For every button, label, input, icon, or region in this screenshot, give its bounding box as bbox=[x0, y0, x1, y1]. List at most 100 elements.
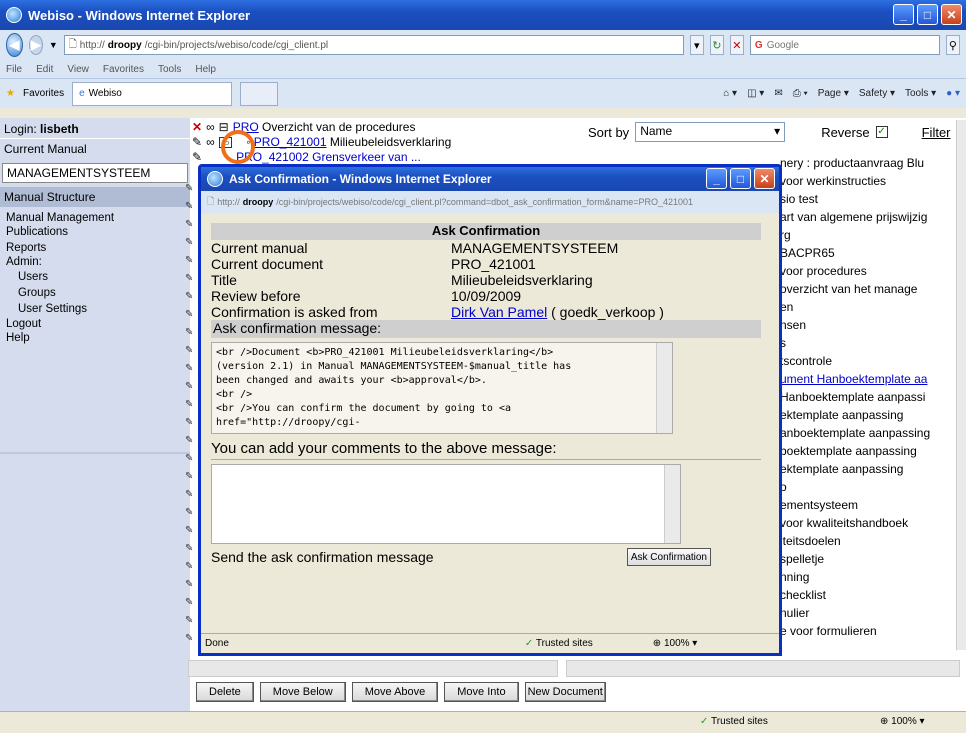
url-field[interactable]: 🗋 http://droopy/cgi-bin/projects/webiso/… bbox=[63, 35, 684, 55]
sort-select[interactable]: Name ▾ bbox=[635, 122, 786, 142]
history-dropdown-icon[interactable]: ▼ bbox=[49, 40, 58, 50]
list-item[interactable]: voor kwaliteitshandboek bbox=[780, 514, 960, 532]
list-item[interactable]: tscontrole bbox=[780, 352, 960, 370]
comments-scrollbar[interactable] bbox=[664, 465, 680, 543]
forward-button[interactable]: ▶ bbox=[28, 35, 43, 55]
list-item[interactable]: boektemplate aanpassing bbox=[780, 442, 960, 460]
action-buttons: Delete Move Below Move Above Move Into N… bbox=[196, 682, 606, 702]
stop-icon[interactable]: ✕ bbox=[729, 35, 744, 55]
reverse-checkbox[interactable]: ✓ bbox=[875, 126, 888, 138]
list-item[interactable]: ektemplate aanpassing bbox=[780, 406, 960, 424]
list-item[interactable]: ektemplate aanpassing bbox=[780, 460, 960, 478]
close-button[interactable]: ✕ bbox=[941, 4, 962, 25]
sidebar-item-logout[interactable]: Logout bbox=[0, 317, 190, 331]
tree-node-pro-421001[interactable]: PRO_421001 bbox=[254, 135, 327, 149]
sidebar-item-user-settings[interactable]: User Settings bbox=[0, 301, 190, 317]
message-scrollbar[interactable] bbox=[656, 343, 672, 433]
menu-help[interactable]: Help bbox=[195, 64, 216, 75]
dialog-maximize-button[interactable]: □ bbox=[730, 168, 751, 189]
home-icon[interactable]: ⌂ ▾ bbox=[723, 88, 737, 99]
new-document-button[interactable]: New Document bbox=[524, 682, 606, 702]
search-input[interactable]: G Google bbox=[749, 35, 940, 55]
delete-button[interactable]: Delete bbox=[196, 682, 254, 702]
move-above-button[interactable]: Move Above bbox=[351, 682, 439, 702]
list-item[interactable]: nulier bbox=[780, 604, 960, 622]
list-item[interactable]: anboektemplate aanpassing bbox=[780, 424, 960, 442]
list-item[interactable]: rg bbox=[780, 226, 960, 244]
list-item[interactable]: en bbox=[780, 298, 960, 316]
list-item[interactable]: spelletje bbox=[780, 550, 960, 568]
menu-tools[interactable]: Tools bbox=[158, 64, 181, 75]
sidebar-item-users[interactable]: Users bbox=[0, 269, 190, 285]
delete-icon[interactable]: ✕ bbox=[192, 120, 202, 134]
feeds-icon[interactable]: ◫ ▾ bbox=[747, 88, 764, 99]
back-button[interactable]: ◀ bbox=[6, 33, 23, 57]
edit-icon[interactable]: ✎ bbox=[192, 135, 202, 149]
link-icon[interactable]: ∞ bbox=[206, 120, 215, 134]
refresh-icon[interactable]: ↻ bbox=[709, 35, 724, 55]
help-icon[interactable]: ● ▾ bbox=[946, 88, 960, 99]
list-item[interactable]: sio test bbox=[780, 190, 960, 208]
list-item[interactable]: nery : productaanvraag Blu bbox=[780, 154, 960, 172]
list-item[interactable]: overzicht van het manage bbox=[780, 280, 960, 298]
sidebar-item-publications[interactable]: Publications bbox=[0, 225, 190, 239]
list-item[interactable]: checklist bbox=[780, 586, 960, 604]
horizontal-scrollbar-left[interactable] bbox=[188, 660, 558, 677]
list-item[interactable]: s bbox=[780, 334, 960, 352]
horizontal-scrollbar-right[interactable] bbox=[566, 660, 960, 677]
list-item[interactable]: iteitsdoelen bbox=[780, 532, 960, 550]
search-icon[interactable]: ⚲ bbox=[945, 35, 960, 55]
tab-webiso[interactable]: e Webiso bbox=[72, 81, 233, 106]
new-tab-button[interactable] bbox=[240, 81, 279, 106]
zoom-control[interactable]: ⊕ 100% ▾ bbox=[880, 716, 925, 727]
print-icon[interactable]: ⎙ ▾ bbox=[793, 88, 808, 99]
sort-label: Sort by bbox=[588, 124, 630, 140]
safety-menu[interactable]: Safety ▾ bbox=[859, 88, 895, 99]
menu-favorites[interactable]: Favorites bbox=[103, 64, 144, 75]
move-below-button[interactable]: Move Below bbox=[259, 682, 346, 702]
filter-link[interactable]: Filter bbox=[922, 125, 951, 140]
sidebar-item-help[interactable]: Help bbox=[0, 331, 190, 345]
list-item[interactable]: nning bbox=[780, 568, 960, 586]
comments-textarea[interactable] bbox=[211, 464, 681, 544]
dialog-close-button[interactable]: ✕ bbox=[754, 168, 775, 189]
list-item[interactable]: nsen bbox=[780, 316, 960, 334]
menu-view[interactable]: View bbox=[67, 64, 89, 75]
list-item[interactable]: o bbox=[780, 478, 960, 496]
sidebar-item-manual-management[interactable]: Manual Management bbox=[0, 211, 190, 225]
message-textarea[interactable]: <br />Document <b>PRO_421001 Milieubelei… bbox=[211, 342, 673, 434]
menu-edit[interactable]: Edit bbox=[36, 64, 53, 75]
list-item[interactable]: art van algemene prijswijzig bbox=[780, 208, 960, 226]
list-item[interactable]: ementsysteem bbox=[780, 496, 960, 514]
right-scrollbar[interactable] bbox=[956, 120, 966, 650]
dialog-minimize-button[interactable]: _ bbox=[706, 168, 727, 189]
list-item[interactable]: ument Hanboektemplate aa bbox=[780, 370, 960, 388]
asked-from-link[interactable]: Dirk Van Pamel bbox=[451, 304, 547, 320]
manual-structure-link[interactable]: Manual Structure bbox=[0, 187, 190, 207]
ask-confirmation-dialog: Ask Confirmation - Windows Internet Expl… bbox=[198, 164, 782, 656]
list-item[interactable]: e voor formulieren bbox=[780, 622, 960, 640]
sidebar-item-reports[interactable]: Reports bbox=[0, 241, 190, 255]
field-value: 10/09/2009 bbox=[451, 288, 522, 304]
list-item[interactable]: voor werkinstructies bbox=[780, 172, 960, 190]
ask-confirmation-button[interactable]: Ask Confirmation bbox=[626, 548, 711, 566]
page-menu[interactable]: Page ▾ bbox=[818, 88, 849, 99]
collapse-icon[interactable]: ⊟ bbox=[219, 120, 229, 134]
list-item[interactable]: voor procedures bbox=[780, 262, 960, 280]
maximize-button[interactable]: □ bbox=[917, 4, 938, 25]
dropdown-icon[interactable]: ▾ bbox=[689, 35, 704, 55]
menu-file[interactable]: File bbox=[6, 64, 22, 75]
favorites-button[interactable]: Favorites bbox=[23, 88, 64, 99]
dialog-zoom-control[interactable]: ⊕ 100% ▾ bbox=[653, 638, 698, 649]
list-item[interactable]: Hanboektemplate aanpassi bbox=[780, 388, 960, 406]
manual-select[interactable]: MANAGEMENTSYSTEEM bbox=[2, 163, 188, 183]
minimize-button[interactable]: _ bbox=[893, 4, 914, 25]
mail-icon[interactable]: ✉ bbox=[774, 88, 782, 99]
move-into-button[interactable]: Move Into bbox=[444, 682, 519, 702]
list-item[interactable]: BACPR65 bbox=[780, 244, 960, 262]
status-zoom: 100% bbox=[891, 716, 917, 727]
sidebar-item-groups[interactable]: Groups bbox=[0, 285, 190, 301]
link-icon[interactable]: ∞ bbox=[206, 135, 215, 149]
tools-menu[interactable]: Tools ▾ bbox=[905, 88, 936, 99]
edit-icon[interactable]: ✎ bbox=[192, 150, 202, 164]
